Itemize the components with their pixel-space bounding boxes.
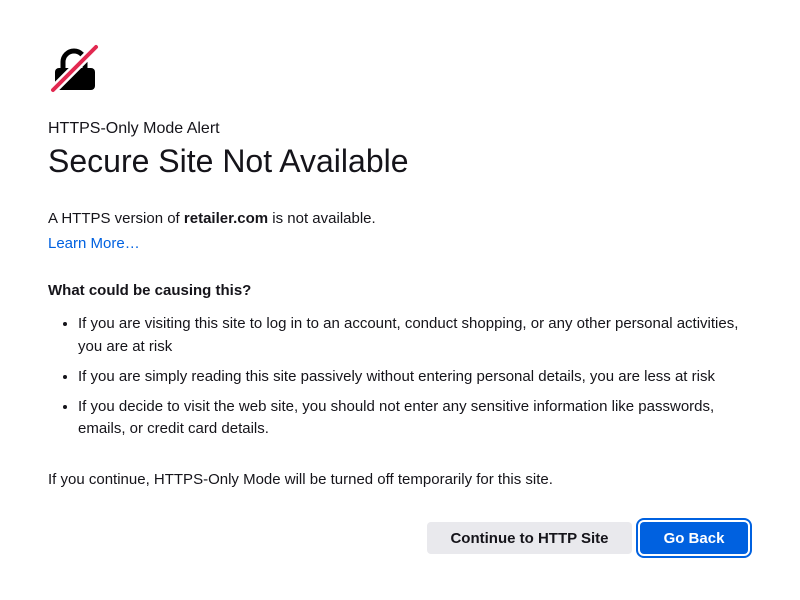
cause-item: If you are visiting this site to log in …	[78, 313, 748, 358]
cause-item: If you are simply reading this site pass…	[78, 366, 748, 389]
page-subtitle: HTTPS-Only Mode Alert	[48, 120, 220, 137]
intro-text: A HTTPS version of retailer.com is not a…	[48, 210, 376, 228]
intro-prefix: A HTTPS version of	[48, 210, 184, 227]
learn-more-link[interactable]: Learn More…	[48, 235, 140, 253]
causes-list: If you are visiting this site to log in …	[48, 313, 748, 448]
https-only-error-page: HTTPS-Only Mode Alert Secure Site Not Av…	[0, 0, 800, 600]
broken-lock-icon	[48, 42, 101, 95]
causes-heading: What could be causing this?	[48, 282, 252, 299]
intro-suffix: is not available.	[268, 210, 376, 227]
continue-to-http-button[interactable]: Continue to HTTP Site	[427, 522, 632, 554]
cause-item: If you decide to visit the web site, you…	[78, 396, 748, 441]
site-domain: retailer.com	[183, 210, 269, 227]
go-back-button[interactable]: Go Back	[636, 518, 752, 558]
continue-note: If you continue, HTTPS-Only Mode will be…	[48, 471, 553, 488]
page-title: Secure Site Not Available	[48, 143, 409, 179]
